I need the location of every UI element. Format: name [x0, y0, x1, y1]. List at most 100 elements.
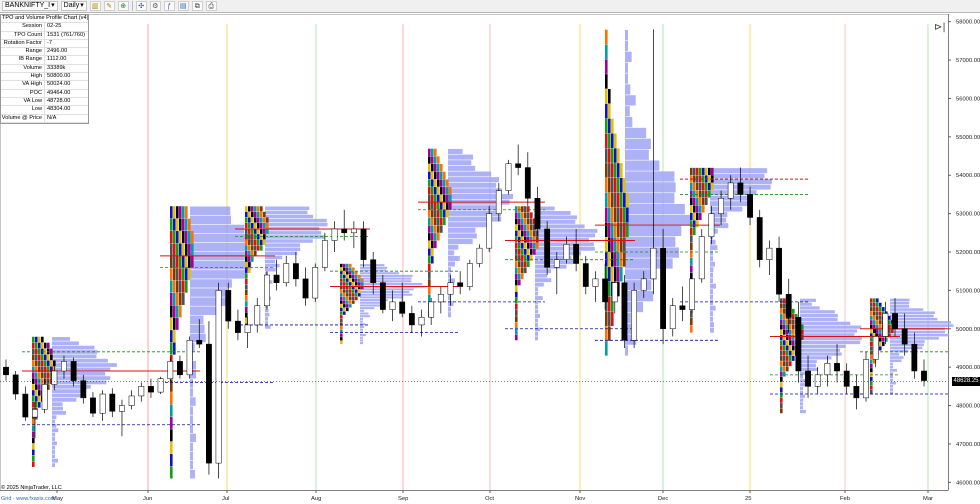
- tpo-block: [605, 118, 608, 134]
- chart-type-icon[interactable]: ▤: [177, 1, 189, 11]
- tpo-block: [248, 256, 251, 262]
- interval-selector[interactable]: Daily ▾: [60, 1, 87, 11]
- candle-down: [292, 263, 299, 280]
- volume-profile-bar: [625, 193, 675, 204]
- volume-profile-bar: [190, 206, 231, 216]
- instrument-selector[interactable]: BANKNIFTY_I ▾: [2, 1, 58, 11]
- tpo-block: [711, 182, 714, 191]
- tpo-block: [527, 206, 530, 213]
- tpo-block: [702, 197, 705, 206]
- tpo-block: [518, 267, 521, 274]
- volume-profile-bar: [890, 346, 923, 350]
- tpo-block: [245, 211, 248, 218]
- tpo-block: [38, 372, 41, 378]
- tpo-block: [690, 220, 693, 228]
- tpo-block: [173, 218, 176, 231]
- scroll-to-end-icon: ⊳|: [934, 22, 946, 33]
- tpo-block: [614, 192, 617, 208]
- tpo-block: [708, 190, 711, 198]
- properties-icon[interactable]: ⚙: [149, 1, 161, 11]
- candle-up: [640, 278, 647, 291]
- tpo-block: [617, 192, 620, 208]
- tpo-block: [527, 218, 530, 225]
- tpo-block: [32, 378, 35, 384]
- tpo-block: [614, 266, 617, 282]
- candle-down: [70, 361, 77, 381]
- tpo-block: [693, 205, 696, 213]
- tpo-block: [428, 294, 431, 302]
- tpo-block: [879, 307, 882, 312]
- candle-up: [51, 370, 58, 385]
- tpo-block: [440, 210, 443, 218]
- tpo-block: [870, 376, 873, 381]
- volume-profile-bar: [535, 296, 543, 300]
- volume-profile-bar: [448, 182, 497, 188]
- tpo-block: [605, 88, 608, 104]
- tpo-block: [792, 308, 795, 314]
- volume-profile-bar: [360, 282, 423, 286]
- tpo-block: [801, 335, 804, 340]
- tpo-block: [248, 245, 251, 251]
- candle-up: [263, 274, 270, 306]
- info-row-value: 33389k: [44, 64, 88, 73]
- drawing-tools-icon[interactable]: ✎: [103, 1, 115, 11]
- volume-profile-bar: [710, 206, 743, 212]
- tpo-block: [173, 317, 176, 330]
- volume-profile-bar: [448, 216, 502, 222]
- tpo-block: [257, 206, 260, 212]
- zoom-in-icon[interactable]: ⊕: [117, 1, 129, 11]
- tpo-block: [352, 274, 355, 279]
- volume-profile-bar: [535, 314, 540, 318]
- tpo-block: [870, 389, 873, 395]
- volume-profile-bar: [535, 327, 541, 332]
- tpo-block: [605, 74, 608, 89]
- crosshair-icon[interactable]: ✣: [135, 1, 147, 11]
- volume-profile-bar: [890, 301, 910, 305]
- candle-up: [824, 363, 831, 376]
- tpo-block: [170, 231, 173, 244]
- tpo-block: [696, 197, 699, 206]
- tpo-block: [879, 315, 882, 320]
- tpo-block: [431, 240, 434, 249]
- volume-profile-bar: [625, 29, 628, 41]
- candle-down: [399, 301, 406, 314]
- tpo-block: [876, 311, 879, 316]
- candle-up: [321, 240, 328, 268]
- tpo-block: [780, 335, 783, 340]
- volume-profile-bar: [890, 330, 946, 334]
- x-tick-label: Aug: [311, 496, 321, 502]
- indicators-icon[interactable]: ƒ: [163, 1, 175, 11]
- tpo-block: [47, 378, 50, 384]
- tpo-block: [170, 292, 173, 306]
- volume-profile-bar: [800, 310, 835, 314]
- tpo-block: [783, 371, 786, 377]
- tpo-block: [428, 256, 431, 264]
- footer-link[interactable]: Grid · www.fxaxis.com: [1, 496, 55, 502]
- volume-profile-bar: [625, 51, 632, 62]
- tpo-block: [349, 267, 352, 271]
- chart-area[interactable]: 46000.00 47000.00 48000.00 49000.00 50000.00…: [0, 14, 980, 504]
- tpo-block: [696, 167, 699, 176]
- tpo-block: [515, 261, 518, 268]
- tpo-block: [524, 236, 527, 243]
- tpo-block: [179, 243, 182, 256]
- tpo-block: [182, 206, 185, 219]
- tpo-block: [32, 336, 35, 343]
- tpo-block: [870, 363, 873, 368]
- print-icon[interactable]: ⎙: [205, 1, 217, 11]
- tpo-block: [443, 179, 446, 187]
- tpo-block: [176, 231, 179, 244]
- volume-profile-bar: [448, 222, 488, 228]
- tpo-block: [185, 206, 188, 219]
- tpo-block: [182, 255, 185, 268]
- tpo-block: [699, 197, 702, 206]
- bar-style-icon[interactable]: ▥: [89, 1, 101, 11]
- tpo-block: [530, 236, 533, 243]
- tpo-block: [349, 304, 352, 308]
- copy-icon[interactable]: ⧉: [191, 1, 203, 11]
- tpo-block: [428, 240, 431, 249]
- price-chart[interactable]: 46000.00 47000.00 48000.00 49000.00 50000.00…: [0, 14, 980, 504]
- tpo-block: [428, 279, 431, 287]
- tpo-block: [518, 248, 521, 255]
- tpo-block: [611, 266, 614, 282]
